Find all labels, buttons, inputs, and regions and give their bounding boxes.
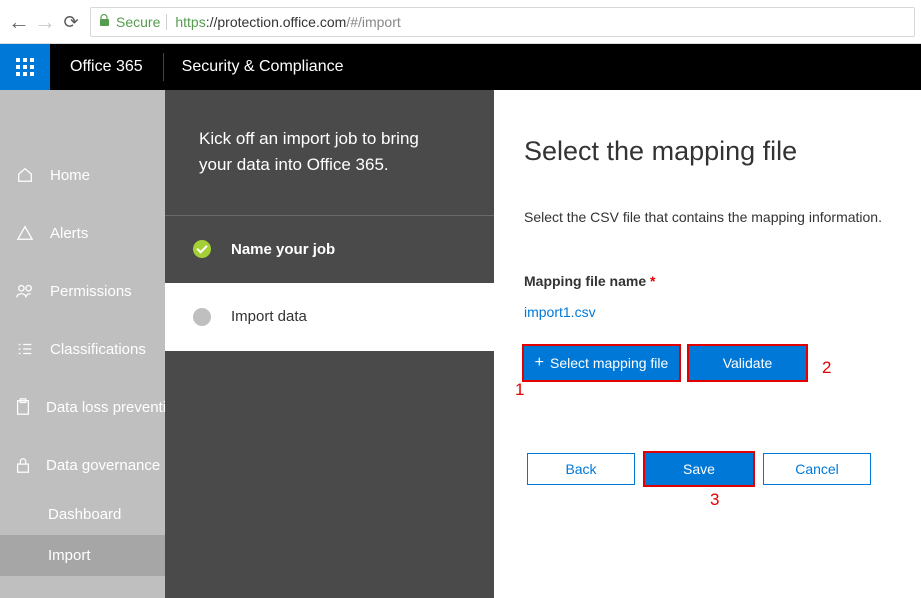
padlock-icon xyxy=(14,456,32,474)
sidebar-item-label: Permissions xyxy=(50,283,132,300)
wizard-step-import-data[interactable]: Import data xyxy=(165,283,494,351)
cancel-button[interactable]: Cancel xyxy=(763,453,871,485)
clipboard-icon xyxy=(14,398,32,416)
page-description: Select the CSV file that contains the ma… xyxy=(524,209,891,225)
page-title: Select the mapping file xyxy=(524,136,891,167)
required-mark: * xyxy=(650,273,655,289)
circle-icon xyxy=(193,308,211,326)
header-brand[interactable]: Office 365 xyxy=(50,58,163,76)
secure-label: Secure xyxy=(116,14,160,30)
sidebar-item-dlp[interactable]: Data loss prevention xyxy=(0,378,165,436)
sidebar-item-home[interactable]: Home xyxy=(0,146,165,204)
sidebar-item-data-governance[interactable]: Data governance xyxy=(0,436,165,494)
footer-actions: Back Save Cancel xyxy=(527,453,871,485)
sidebar-subitem-dashboard[interactable]: Dashboard xyxy=(0,494,165,535)
address-bar[interactable]: Secure https://protection.office.com/#/i… xyxy=(90,7,915,37)
lock-icon xyxy=(99,14,110,30)
nav-back-icon[interactable]: ← xyxy=(8,11,26,33)
nav-forward-icon: → xyxy=(34,11,52,33)
field-label: Mapping file name * xyxy=(524,273,891,289)
check-icon xyxy=(193,240,211,258)
annotation-2: 2 xyxy=(822,358,831,378)
wizard-step-name-job[interactable]: Name your job xyxy=(165,215,494,283)
sidebar: Home Alerts Permissions Classifications … xyxy=(0,90,165,598)
waffle-icon xyxy=(16,58,34,76)
plus-icon: + xyxy=(535,354,544,372)
header-app-title: Security & Compliance xyxy=(164,58,362,76)
alert-icon xyxy=(14,224,36,242)
mapping-file-name: import1.csv xyxy=(524,304,891,320)
wizard-intro: Kick off an import job to bring your dat… xyxy=(165,90,494,215)
validate-button[interactable]: Validate xyxy=(689,346,806,380)
content-pane: Select the mapping file Select the CSV f… xyxy=(494,90,921,598)
browser-chrome: ← → ⟳ Secure https://protection.office.c… xyxy=(0,0,921,44)
divider xyxy=(166,14,167,30)
wizard-step-label: Name your job xyxy=(231,241,335,258)
list-icon xyxy=(14,340,36,358)
people-icon xyxy=(14,282,36,300)
sidebar-subitem-import[interactable]: Import xyxy=(0,535,165,576)
select-mapping-file-button[interactable]: + Select mapping file xyxy=(524,346,679,380)
back-button[interactable]: Back xyxy=(527,453,635,485)
sidebar-item-alerts[interactable]: Alerts xyxy=(0,204,165,262)
annotation-1: 1 xyxy=(515,380,524,400)
home-icon xyxy=(14,166,36,184)
sidebar-item-label: Data loss prevention xyxy=(46,399,165,416)
wizard-panel: Kick off an import job to bring your dat… xyxy=(165,90,494,598)
reload-icon[interactable]: ⟳ xyxy=(62,13,80,31)
wizard-step-label: Import data xyxy=(231,308,307,325)
sidebar-item-label: Data governance xyxy=(46,457,160,474)
wizard-fill xyxy=(165,351,494,598)
app-header: Office 365 Security & Compliance xyxy=(0,44,921,90)
save-button[interactable]: Save xyxy=(645,453,753,485)
annotation-3: 3 xyxy=(710,490,719,510)
sidebar-item-permissions[interactable]: Permissions xyxy=(0,262,165,320)
sidebar-item-label: Classifications xyxy=(50,341,146,358)
sidebar-item-label: Home xyxy=(50,167,90,184)
sidebar-item-classifications[interactable]: Classifications xyxy=(0,320,165,378)
app-launcher-button[interactable] xyxy=(0,44,50,90)
sidebar-item-label: Alerts xyxy=(50,225,88,242)
